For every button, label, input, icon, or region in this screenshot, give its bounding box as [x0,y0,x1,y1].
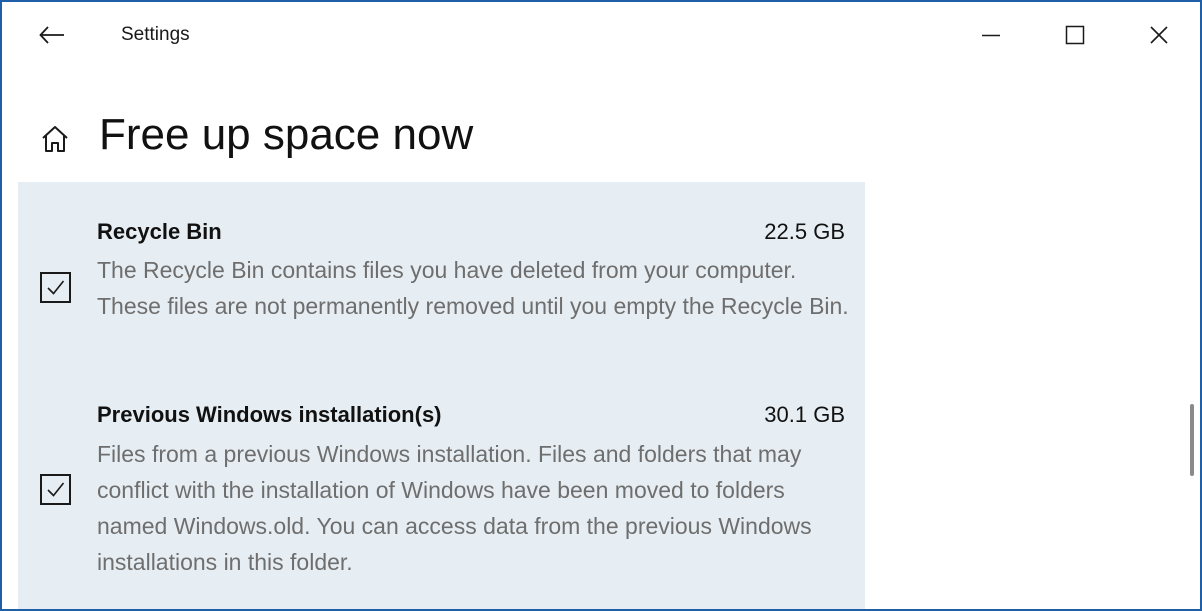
item-name: Recycle Bin [97,219,222,244]
item-size: 30.1 GB [764,402,845,427]
home-icon [42,126,68,152]
checkmark-icon [47,482,65,497]
close-icon [1150,26,1168,44]
maximize-button[interactable] [1052,12,1098,58]
item-description: Files from a previous Windows installati… [97,441,812,575]
item-size: 22.5 GB [764,219,845,244]
maximize-icon [1065,25,1085,45]
recycle-bin-checkbox[interactable] [40,272,71,303]
page-title: Free up space now [99,110,474,159]
vertical-scrollbar[interactable] [1190,404,1194,476]
title-bar: Settings [2,2,1200,68]
item-name: Previous Windows installation(s) [97,402,442,427]
item-description: The Recycle Bin contains files you have … [97,257,849,319]
minimize-button[interactable] [968,12,1014,58]
settings-window: Settings Free up space now Recycle Bin 2… [0,0,1202,611]
cleanup-items-panel: Recycle Bin 22.5 GB The Recycle Bin cont… [18,182,865,609]
home-button[interactable] [37,121,73,157]
checkmark-icon [47,280,65,295]
minimize-icon [982,34,1000,37]
previous-windows-checkbox[interactable] [40,474,71,505]
back-button[interactable] [32,18,72,52]
close-button[interactable] [1136,12,1182,58]
arrow-left-icon [39,26,64,44]
app-title: Settings [121,24,190,45]
